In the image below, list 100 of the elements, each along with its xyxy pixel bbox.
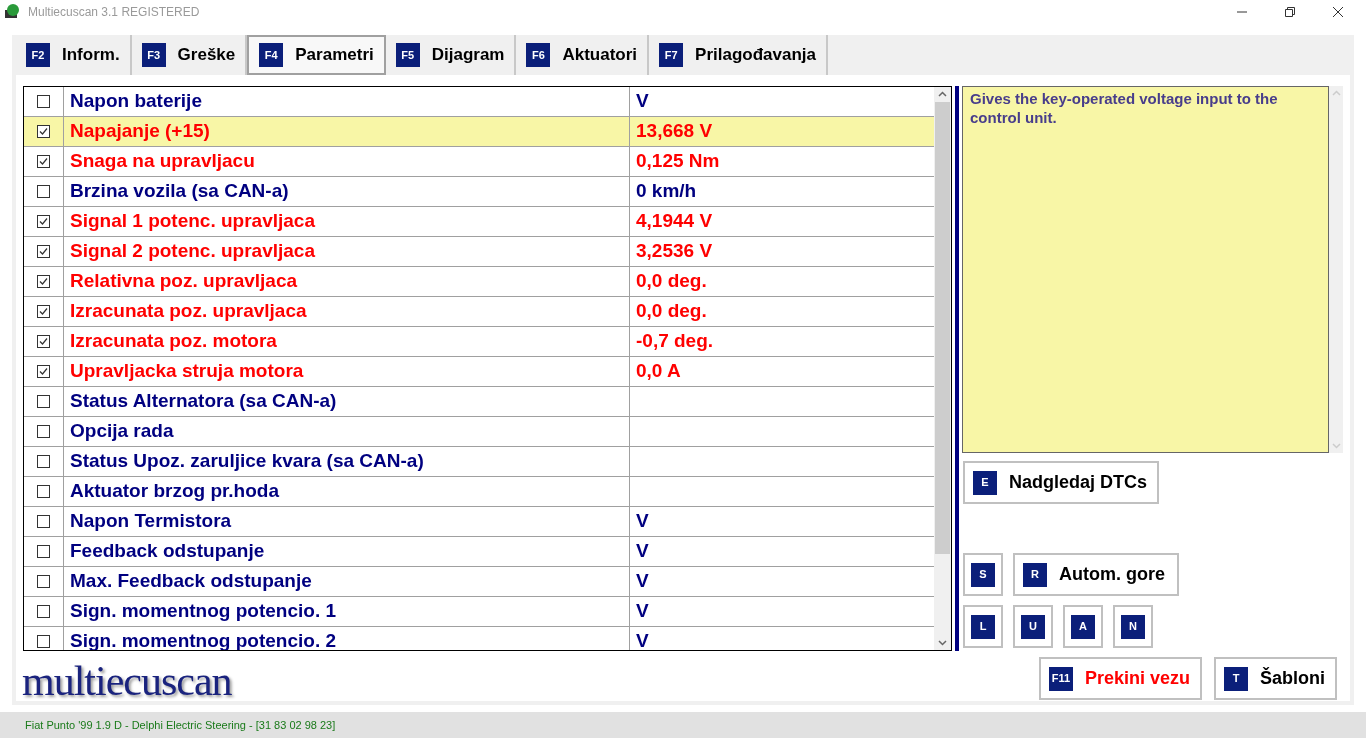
key-label: F4 (259, 43, 284, 67)
checkbox[interactable] (37, 245, 50, 258)
table-row[interactable]: Brzina vozila (sa CAN-a) 0 km/h (24, 177, 934, 207)
checkbox[interactable] (37, 575, 50, 588)
key-label: N (1121, 614, 1145, 639)
key-button[interactable]: U (1013, 605, 1053, 648)
parameter-value: V (635, 629, 650, 650)
scrollbar-thumb[interactable] (935, 102, 950, 554)
checkbox[interactable] (37, 365, 50, 378)
restore-icon[interactable] (1285, 7, 1295, 17)
key-label: L (971, 614, 995, 639)
checkbox[interactable] (37, 635, 50, 648)
checkbox[interactable] (37, 605, 50, 618)
table-row[interactable]: Napajanje (+15) 13,668 V (24, 117, 934, 147)
table-row[interactable]: Status Upoz. zaruljice kvara (sa CAN-a) (24, 447, 934, 477)
key-label: E (973, 470, 997, 495)
table-row[interactable]: Napon Termistora V (24, 507, 934, 537)
key-label: A (1071, 614, 1095, 639)
table-row[interactable]: Snaga na upravljacu 0,125 Nm (24, 147, 934, 177)
parameter-value: 0,0 A (635, 359, 682, 384)
table-row[interactable]: Napon baterije V (24, 87, 934, 117)
key-button[interactable]: N (1113, 605, 1153, 648)
table-row[interactable]: Sign. momentnog potencio. 1 V (24, 597, 934, 627)
parameter-value: V (635, 599, 650, 624)
close-icon[interactable] (1333, 7, 1343, 17)
checkbox[interactable] (37, 275, 50, 288)
parameter-value: 0,0 deg. (635, 299, 708, 324)
parameter-name: Izracunata poz. upravljaca (64, 297, 630, 326)
key-label: F5 (395, 43, 420, 67)
parameter-value: V (635, 509, 650, 534)
checkbox[interactable] (37, 545, 50, 558)
key-button[interactable]: T Šabloni (1214, 657, 1338, 700)
parameter-name: Opcija rada (64, 417, 630, 446)
table-row[interactable]: Upravljacka struja motora 0,0 A (24, 357, 934, 387)
parameter-value: 4,1944 V (635, 209, 714, 234)
parameter-name: Napajanje (+15) (64, 117, 630, 146)
parameter-name: Relativna poz. upravljaca (64, 267, 630, 296)
key-label: S (971, 562, 995, 587)
key-label: U (1021, 614, 1045, 639)
scroll-up-icon[interactable] (938, 91, 947, 97)
parameter-value: 13,668 V (635, 119, 714, 144)
parameter-value: 0,0 deg. (635, 269, 708, 294)
key-button[interactable]: F11 Prekini vezu (1039, 657, 1203, 700)
checkbox[interactable] (37, 95, 50, 108)
parameter-value: V (635, 539, 650, 564)
key-button[interactable]: S (963, 553, 1003, 596)
key-label: T (1224, 666, 1249, 691)
key-button[interactable]: A (1063, 605, 1103, 648)
scroll-down-icon[interactable] (938, 640, 947, 646)
table-row[interactable]: Relativna poz. upravljaca 0,0 deg. (24, 267, 934, 297)
table-row[interactable]: Izracunata poz. upravljaca 0,0 deg. (24, 297, 934, 327)
checkbox[interactable] (37, 185, 50, 198)
parameter-name: Signal 1 potenc. upravljaca (64, 207, 630, 236)
parameter-name: Snaga na upravljacu (64, 147, 630, 176)
checkbox[interactable] (37, 125, 50, 138)
parameter-name: Sign. momentnog potencio. 1 (64, 597, 630, 626)
app-icon (4, 4, 20, 20)
parameter-value: 3,2536 V (635, 239, 714, 264)
table-row[interactable]: Max. Feedback odstupanje V (24, 567, 934, 597)
checkbox[interactable] (37, 485, 50, 498)
table-row[interactable]: Feedback odstupanje V (24, 537, 934, 567)
tab[interactable]: F4 Parametri (247, 35, 386, 75)
parameter-name: Aktuator brzog pr.hoda (64, 477, 630, 506)
checkbox[interactable] (37, 305, 50, 318)
key-label: F2 (26, 43, 50, 67)
parameter-name: Brzina vozila (sa CAN-a) (64, 177, 630, 206)
key-label: F11 (1049, 666, 1073, 691)
parameter-name: Max. Feedback odstupanje (64, 567, 630, 596)
checkbox[interactable] (37, 455, 50, 468)
parameter-name: Napon Termistora (64, 507, 630, 536)
checkbox[interactable] (37, 515, 50, 528)
table-row[interactable]: Signal 1 potenc. upravljaca 4,1944 V (24, 207, 934, 237)
table-row[interactable]: Signal 2 potenc. upravljaca 3,2536 V (24, 237, 934, 267)
key-button[interactable]: E Nadgledaj DTCs (963, 461, 1160, 504)
table-row[interactable]: Opcija rada (24, 417, 934, 447)
table-row[interactable]: Status Alternatora (sa CAN-a) (24, 387, 934, 417)
description-text: Gives the key-operated voltage input to the control unit. (962, 86, 1329, 453)
key-button[interactable]: R Autom. gore (1013, 553, 1179, 596)
key-label: F3 (141, 43, 166, 67)
parameter-name: Feedback odstupanje (64, 537, 630, 566)
parameter-name: Upravljacka struja motora (64, 357, 630, 386)
table-row[interactable]: Aktuator brzog pr.hoda (24, 477, 934, 507)
parameter-value: V (635, 89, 650, 114)
key-label: F6 (526, 43, 551, 67)
window-title: Multiecuscan 3.1 REGISTERED (28, 4, 200, 21)
parameter-name: Status Upoz. zaruljice kvara (sa CAN-a) (64, 447, 630, 476)
parameter-name: Signal 2 potenc. upravljaca (64, 237, 630, 266)
checkbox[interactable] (37, 215, 50, 228)
status-bar-text: Fiat Punto '99 1.9 D - Delphi Electric Steering - [31 83 02 98 23] (25, 717, 336, 733)
checkbox[interactable] (37, 425, 50, 438)
key-label: R (1023, 562, 1047, 587)
parameter-name: Status Alternatora (sa CAN-a) (64, 387, 630, 416)
logo: multiecuscan (22, 657, 232, 706)
table-row[interactable]: Izracunata poz. motora -0,7 deg. (24, 327, 934, 357)
parameter-value: 0 km/h (635, 179, 698, 204)
checkbox[interactable] (37, 155, 50, 168)
key-button[interactable]: L (963, 605, 1003, 648)
checkbox[interactable] (37, 335, 50, 348)
checkbox[interactable] (37, 395, 50, 408)
parameter-value: 0,125 Nm (635, 149, 721, 174)
